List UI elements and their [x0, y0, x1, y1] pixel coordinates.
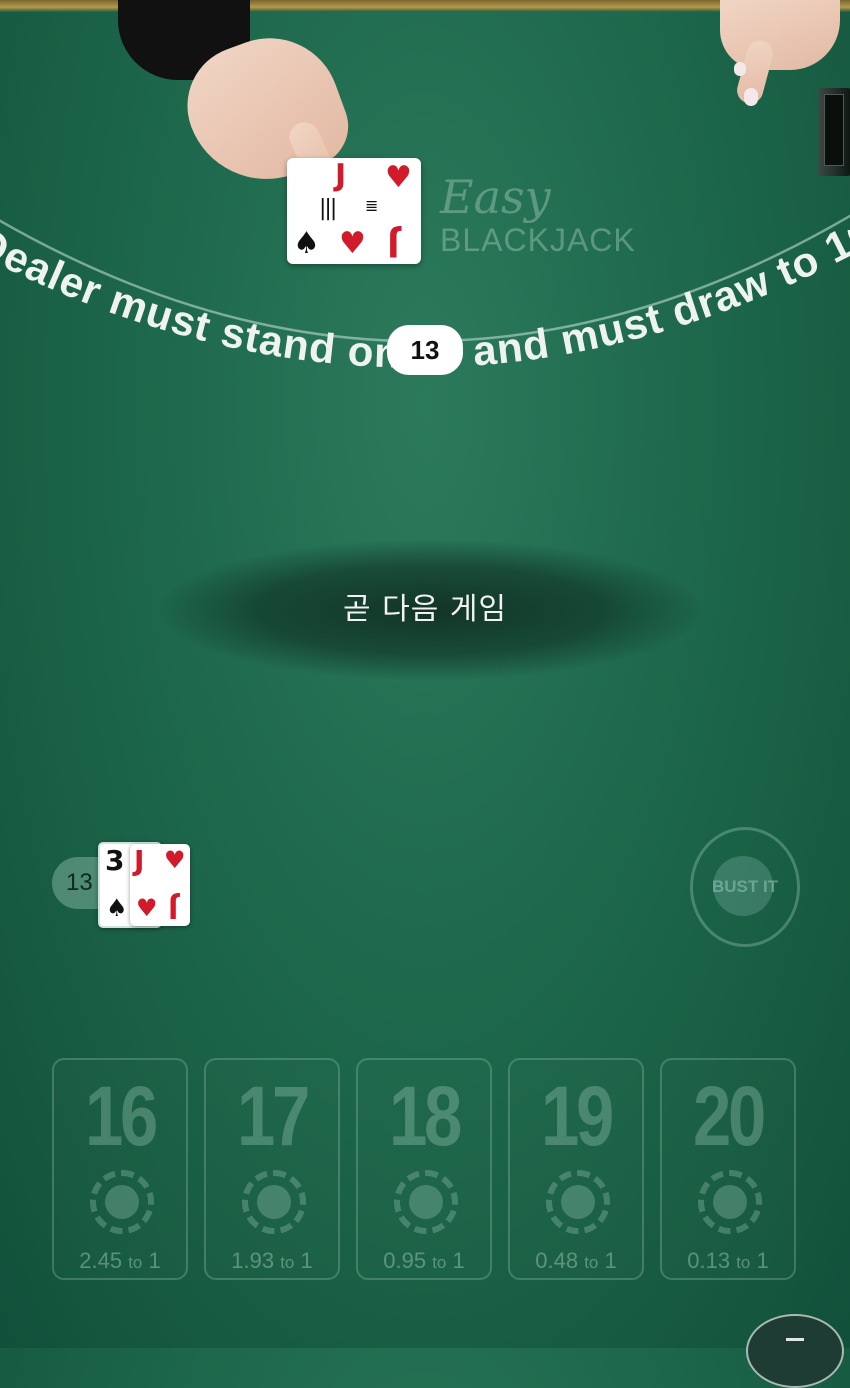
dealer-hand-right — [720, 0, 840, 70]
card-shoe — [818, 88, 850, 176]
odds-to: to — [280, 1253, 295, 1272]
bet-spot-19[interactable]: 19 0.48 to 1 — [508, 1058, 644, 1280]
dealer-card-rank: J — [335, 158, 347, 193]
chip-placeholder-icon — [242, 1170, 306, 1234]
odds-value: 1.93 — [231, 1248, 275, 1273]
bet-odds: 2.45 to 1 — [54, 1248, 186, 1274]
menu-button[interactable] — [746, 1314, 844, 1388]
dealer-card-rank-inv: J — [387, 224, 400, 264]
bet-spot-17[interactable]: 17 1.93 to 1 — [204, 1058, 340, 1280]
player-card-2-suit-b: ♥ — [136, 894, 158, 922]
odds-one: 1 — [452, 1248, 465, 1273]
chip-placeholder-icon — [394, 1170, 458, 1234]
logo-easy: Easy — [440, 170, 551, 224]
odds-to: to — [736, 1253, 751, 1272]
bust-it-label: BUST IT — [711, 877, 779, 896]
bet-odds: 0.95 to 1 — [358, 1248, 490, 1274]
chip-placeholder-icon — [698, 1170, 762, 1234]
odds-one: 1 — [300, 1248, 313, 1273]
odds-value: 2.45 — [79, 1248, 123, 1273]
fingernail — [744, 88, 758, 106]
odds-value: 0.95 — [383, 1248, 427, 1273]
player-card-1-suit: ♠ — [106, 894, 128, 922]
odds-one: 1 — [148, 1248, 161, 1273]
player-card-2-suit: ♥ — [164, 846, 186, 874]
bet-odds: 1.93 to 1 — [206, 1248, 338, 1274]
odds-one: 1 — [756, 1248, 769, 1273]
bet-odds: 0.13 to 1 — [662, 1248, 794, 1274]
odds-to: to — [128, 1253, 143, 1272]
odds-one: 1 — [604, 1248, 617, 1273]
bet-number: 16 — [84, 1069, 158, 1163]
dealer-card: J ♥ ||| ≣ ♠ ♥ J — [287, 158, 421, 264]
dealer-card-barcode: ≣ — [365, 196, 379, 215]
bet-number: 18 — [388, 1069, 462, 1163]
next-game-message: 곧 다음 게임 — [342, 592, 508, 627]
dealer-card-suit-3: ♥ — [339, 226, 366, 261]
bet-number: 20 — [692, 1069, 766, 1163]
dealer-total-bets: 16 2.45 to 1 17 1.93 to 1 18 0.95 to 1 1… — [52, 1058, 798, 1282]
dealer-card-suit-2: ♠ — [293, 226, 320, 261]
dealer-card-barcode: ||| — [319, 196, 337, 221]
menu-icon — [786, 1338, 804, 1341]
chip-placeholder-icon — [90, 1170, 154, 1234]
table-logo: Easy BLACKJACK — [440, 170, 635, 258]
bet-number: 19 — [540, 1069, 614, 1163]
chip-placeholder-icon — [546, 1170, 610, 1234]
bet-spot-20[interactable]: 20 0.13 to 1 — [660, 1058, 796, 1280]
fingernail — [734, 62, 746, 76]
odds-to: to — [584, 1253, 599, 1272]
dealer-score: 13 — [387, 325, 463, 375]
player-card-2-rank: J — [134, 844, 145, 877]
player-card-2-rank-inv: J — [168, 892, 179, 925]
bet-spot-18[interactable]: 18 0.95 to 1 — [356, 1058, 492, 1280]
bust-it-side-bet[interactable]: BUST IT — [690, 827, 800, 947]
odds-value: 0.13 — [687, 1248, 731, 1273]
dealer-card-suit: ♥ — [385, 160, 412, 195]
odds-value: 0.48 — [535, 1248, 579, 1273]
bet-odds: 0.48 to 1 — [510, 1248, 642, 1274]
player-card-1-rank: 3 — [105, 844, 125, 877]
odds-to: to — [432, 1253, 447, 1272]
bet-spot-16[interactable]: 16 2.45 to 1 — [52, 1058, 188, 1280]
bet-number: 17 — [236, 1069, 310, 1163]
player-card-2: J ♥ ♥ J — [130, 844, 190, 926]
